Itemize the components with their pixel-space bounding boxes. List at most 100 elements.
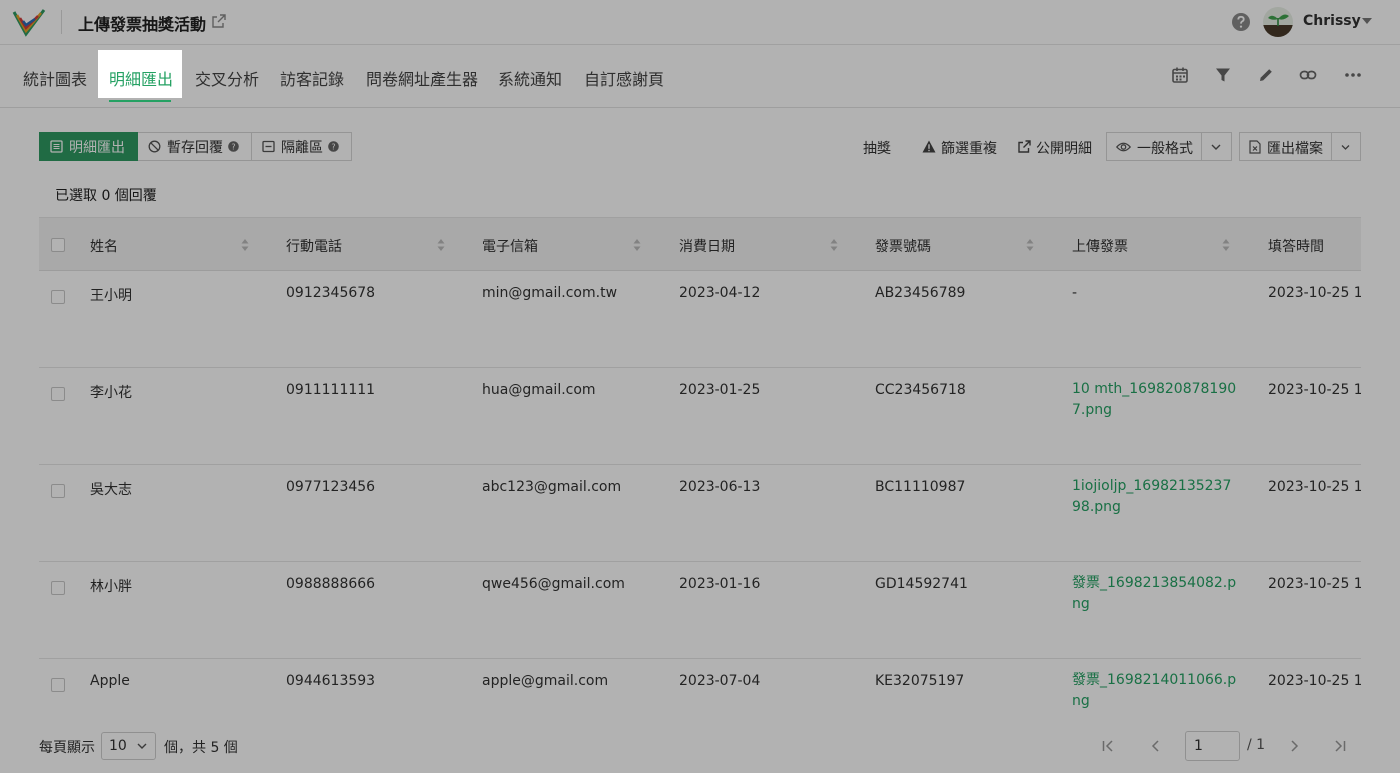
- details-export-label: 明細匯出: [69, 139, 125, 156]
- cell-name: 林小胖: [90, 579, 132, 595]
- select-all-checkbox[interactable]: [51, 238, 65, 252]
- cell-name: 王小明: [90, 288, 132, 304]
- table-row[interactable]: 吳大志 0977123456 abc123@gmail.com 2023-06-…: [39, 465, 1361, 562]
- column-header-invoice-number[interactable]: 發票號碼: [875, 236, 931, 256]
- filter-duplicates-button[interactable]: 篩選重複: [941, 138, 997, 158]
- cell-name: Apple: [90, 673, 130, 689]
- page-size-select[interactable]: 10: [101, 732, 156, 760]
- cell-invoice-number: KE32075197: [875, 673, 965, 689]
- first-page-icon[interactable]: [1101, 739, 1115, 753]
- invoice-file-link[interactable]: 發票_1698213854082.png: [1072, 573, 1240, 615]
- column-header-purchase-date[interactable]: 消費日期: [679, 236, 735, 256]
- row-checkbox[interactable]: [51, 678, 65, 692]
- sort-icon[interactable]: [437, 238, 445, 252]
- external-link-icon[interactable]: [212, 14, 226, 28]
- active-tab-indicator: [109, 100, 171, 102]
- svg-text:?: ?: [231, 142, 235, 151]
- cell-invoice-number: BC11110987: [875, 479, 966, 495]
- user-name[interactable]: Chrissy: [1303, 13, 1361, 29]
- eye-icon: [1116, 142, 1131, 152]
- next-page-icon[interactable]: [1287, 739, 1301, 753]
- cell-phone: 0977123456: [286, 479, 376, 495]
- details-export-button[interactable]: 明細匯出: [39, 132, 138, 161]
- header-divider: [61, 10, 62, 34]
- quarantine-label: 隔離區: [281, 139, 323, 156]
- cell-submitted-time: 2023-10-25 12:4: [1268, 382, 1361, 398]
- table-row[interactable]: Apple 0944613593 apple@gmail.com 2023-07…: [39, 659, 1361, 722]
- tab-url-generator[interactable]: 問卷網址產生器: [366, 66, 478, 90]
- app-logo-icon[interactable]: [12, 6, 46, 38]
- cell-name: 李小花: [90, 385, 132, 401]
- cell-email: hua@gmail.com: [482, 382, 596, 398]
- column-header-upload-invoice[interactable]: 上傳發票: [1072, 236, 1128, 256]
- cell-email: qwe456@gmail.com: [482, 576, 625, 592]
- cell-submitted-time: 2023-10-25 12:3: [1268, 285, 1361, 301]
- tab-notifications[interactable]: 系統通知: [498, 66, 562, 90]
- cell-invoice-number: GD14592741: [875, 576, 968, 592]
- column-header-email[interactable]: 電子信箱: [482, 236, 538, 256]
- tab-details-export[interactable]: 明細匯出: [98, 50, 182, 102]
- help-icon[interactable]: [1231, 12, 1251, 32]
- row-checkbox[interactable]: [51, 290, 65, 304]
- cell-phone: 0988888666: [286, 576, 376, 592]
- export-mode-group: 明細匯出 暫存回覆 ? 隔離區 ?: [39, 132, 352, 161]
- view-format-label: 一般格式: [1137, 141, 1193, 157]
- avatar[interactable]: [1263, 7, 1293, 37]
- cell-phone: 0912345678: [286, 285, 376, 301]
- total-count: 個，共 5 個: [164, 740, 238, 756]
- sort-icon[interactable]: [1222, 238, 1230, 252]
- block-icon: [148, 140, 161, 153]
- cell-email: apple@gmail.com: [482, 673, 609, 689]
- row-checkbox[interactable]: [51, 581, 65, 595]
- cell-name: 吳大志: [90, 482, 132, 498]
- help-icon[interactable]: ?: [328, 141, 339, 152]
- previous-page-icon[interactable]: [1149, 739, 1163, 753]
- last-page-icon[interactable]: [1333, 739, 1347, 753]
- invoice-file-link[interactable]: 10 mth_1698208781907.png: [1072, 379, 1240, 421]
- link-icon[interactable]: [1299, 66, 1317, 84]
- dropdown-divider: [1331, 133, 1332, 160]
- pencil-icon[interactable]: [1257, 66, 1275, 84]
- column-header-phone[interactable]: 行動電話: [286, 236, 342, 256]
- filter-icon[interactable]: [1214, 66, 1232, 84]
- tab-thank-you-page[interactable]: 自訂感謝頁: [584, 66, 664, 90]
- survey-title: 上傳發票抽獎活動: [78, 15, 207, 34]
- sort-icon[interactable]: [633, 238, 641, 252]
- quarantine-button[interactable]: 隔離區 ?: [252, 132, 352, 161]
- cell-submitted-time: 2023-10-25 14:0: [1268, 576, 1361, 592]
- minus-box-icon: [262, 140, 275, 153]
- column-header-name[interactable]: 姓名: [90, 236, 118, 256]
- tab-visitor-log[interactable]: 訪客記錄: [280, 66, 344, 90]
- view-format-dropdown[interactable]: 一般格式: [1106, 132, 1232, 161]
- caret-down-icon[interactable]: [1361, 15, 1373, 27]
- invoice-file-link[interactable]: 發票_1698214011066.png: [1072, 670, 1240, 712]
- row-checkbox[interactable]: [51, 387, 65, 401]
- invoice-file-link[interactable]: 1iojioljp_1698213523798.png: [1072, 476, 1240, 518]
- tab-cross-analysis[interactable]: 交叉分析: [195, 66, 259, 90]
- table-row[interactable]: 林小胖 0988888666 qwe456@gmail.com 2023-01-…: [39, 562, 1361, 659]
- public-details-button[interactable]: 公開明細: [1036, 138, 1092, 158]
- cell-purchase-date: 2023-04-12: [679, 285, 761, 301]
- tab-statistics[interactable]: 統計圖表: [23, 66, 87, 90]
- page-number-input[interactable]: [1185, 731, 1240, 761]
- selected-count: 已選取 0 個回覆: [55, 188, 157, 204]
- calendar-icon[interactable]: [1171, 66, 1189, 84]
- row-checkbox[interactable]: [51, 484, 65, 498]
- list-icon: [50, 140, 63, 153]
- table-row[interactable]: 李小花 0911111111 hua@gmail.com 2023-01-25 …: [39, 368, 1361, 465]
- sort-icon[interactable]: [830, 238, 838, 252]
- table-row[interactable]: 王小明 0912345678 min@gmail.com.tw 2023-04-…: [39, 271, 1361, 368]
- more-icon[interactable]: [1344, 66, 1362, 84]
- column-header-submitted-time[interactable]: 填答時間: [1268, 236, 1324, 256]
- cell-email: min@gmail.com.tw: [482, 285, 618, 301]
- export-file-dropdown[interactable]: 匯出檔案: [1239, 132, 1361, 161]
- chevron-down-icon: [1341, 145, 1350, 150]
- sort-icon[interactable]: [241, 238, 249, 252]
- cell-purchase-date: 2023-06-13: [679, 479, 761, 495]
- sort-icon[interactable]: [1026, 238, 1034, 252]
- cell-purchase-date: 2023-01-25: [679, 382, 761, 398]
- help-icon[interactable]: ?: [228, 141, 239, 152]
- cell-submitted-time: 2023-10-25 13:5: [1268, 479, 1361, 495]
- lottery-button[interactable]: 抽獎: [863, 138, 891, 158]
- draft-replies-button[interactable]: 暫存回覆 ?: [138, 132, 252, 161]
